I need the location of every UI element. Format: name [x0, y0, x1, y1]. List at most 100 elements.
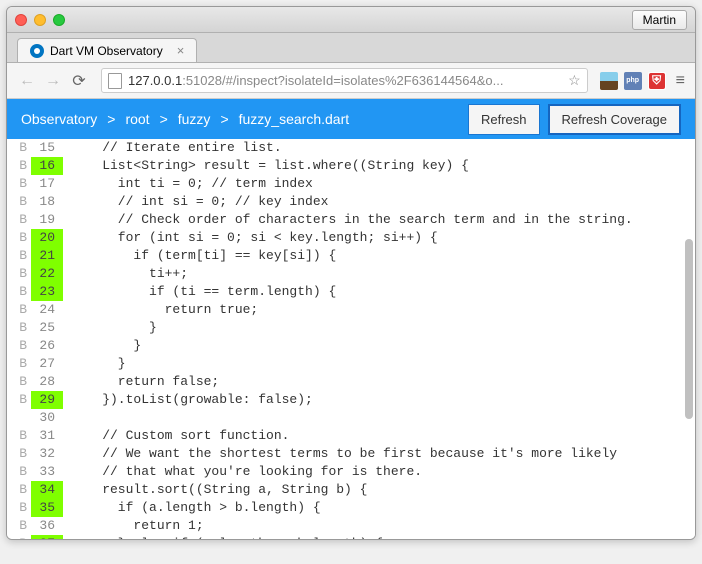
line-number: 33	[31, 463, 63, 481]
code-line: B25 }	[7, 319, 695, 337]
breakpoint-gutter[interactable]: B	[7, 139, 31, 157]
line-number: 17	[31, 175, 63, 193]
code-text: } else if (a.length == b.length) {	[63, 535, 695, 539]
code-text: // Iterate entire list.	[63, 139, 695, 157]
code-line: B33 // that what you're looking for is t…	[7, 463, 695, 481]
tab-title: Dart VM Observatory	[50, 44, 163, 58]
breadcrumb-current-file: fuzzy_search.dart	[239, 111, 350, 127]
code-line: B21 if (term[ti] == key[si]) {	[7, 247, 695, 265]
breadcrumb-separator: >	[160, 111, 168, 127]
code-text: if (term[ti] == key[si]) {	[63, 247, 695, 265]
window-close-button[interactable]	[15, 14, 27, 26]
line-number: 37	[31, 535, 63, 539]
breakpoint-gutter[interactable]	[7, 409, 31, 427]
breakpoint-gutter[interactable]: B	[7, 373, 31, 391]
code-text: // We want the shortest terms to be firs…	[63, 445, 695, 463]
url-text: 127.0.0.1:51028/#/inspect?isolateId=isol…	[128, 73, 564, 88]
breadcrumb-separator: >	[107, 111, 115, 127]
code-text: // int si = 0; // key index	[63, 193, 695, 211]
code-line: B18 // int si = 0; // key index	[7, 193, 695, 211]
code-text: ti++;	[63, 265, 695, 283]
bookmark-star-icon[interactable]: ☆	[568, 72, 581, 89]
code-text: // Check order of characters in the sear…	[63, 211, 695, 229]
reload-button[interactable]: ⟳	[69, 71, 89, 91]
line-number: 22	[31, 265, 63, 283]
code-line: 30	[7, 409, 695, 427]
extension-image-icon[interactable]	[600, 72, 618, 90]
breakpoint-gutter[interactable]: B	[7, 355, 31, 373]
breakpoint-gutter[interactable]: B	[7, 247, 31, 265]
code-line: B16 List<String> result = list.where((St…	[7, 157, 695, 175]
code-line: B32 // We want the shortest terms to be …	[7, 445, 695, 463]
code-text: return true;	[63, 301, 695, 319]
observatory-breadcrumb-bar: Observatory > root > fuzzy > fuzzy_searc…	[7, 99, 695, 139]
code-line: B22 ti++;	[7, 265, 695, 283]
breakpoint-gutter[interactable]: B	[7, 337, 31, 355]
breakpoint-gutter[interactable]: B	[7, 517, 31, 535]
code-line: B20 for (int si = 0; si < key.length; si…	[7, 229, 695, 247]
breakpoint-gutter[interactable]: B	[7, 157, 31, 175]
refresh-coverage-button[interactable]: Refresh Coverage	[548, 104, 682, 135]
window-zoom-button[interactable]	[53, 14, 65, 26]
breakpoint-gutter[interactable]: B	[7, 265, 31, 283]
code-line: B17 int ti = 0; // term index	[7, 175, 695, 193]
forward-button[interactable]: →	[43, 71, 63, 91]
breadcrumb-root[interactable]: root	[125, 111, 149, 127]
breakpoint-gutter[interactable]: B	[7, 175, 31, 193]
address-bar[interactable]: 127.0.0.1:51028/#/inspect?isolateId=isol…	[101, 68, 588, 93]
code-line: B19 // Check order of characters in the …	[7, 211, 695, 229]
line-number: 35	[31, 499, 63, 517]
code-text: for (int si = 0; si < key.length; si++) …	[63, 229, 695, 247]
back-button[interactable]: ←	[17, 71, 37, 91]
code-text: }	[63, 319, 695, 337]
code-text: return false;	[63, 373, 695, 391]
code-text: return 1;	[63, 517, 695, 535]
line-number: 29	[31, 391, 63, 409]
breakpoint-gutter[interactable]: B	[7, 319, 31, 337]
tab-close-icon[interactable]: ×	[177, 43, 185, 58]
code-line: B37 } else if (a.length == b.length) {	[7, 535, 695, 539]
code-text: // that what you're looking for is there…	[63, 463, 695, 481]
code-line: B27 }	[7, 355, 695, 373]
refresh-button[interactable]: Refresh	[468, 104, 540, 135]
line-number: 24	[31, 301, 63, 319]
code-line: B28 return false;	[7, 373, 695, 391]
breakpoint-gutter[interactable]: B	[7, 391, 31, 409]
code-line: B24 return true;	[7, 301, 695, 319]
code-line: B23 if (ti == term.length) {	[7, 283, 695, 301]
line-number: 23	[31, 283, 63, 301]
user-profile-button[interactable]: Martin	[632, 10, 687, 30]
breakpoint-gutter[interactable]: B	[7, 193, 31, 211]
breakpoint-gutter[interactable]: B	[7, 445, 31, 463]
breakpoint-gutter[interactable]: B	[7, 463, 31, 481]
line-number: 36	[31, 517, 63, 535]
line-number: 18	[31, 193, 63, 211]
code-line: B26 }	[7, 337, 695, 355]
code-line: B36 return 1;	[7, 517, 695, 535]
breadcrumb-fuzzy[interactable]: fuzzy	[178, 111, 211, 127]
extension-ublock-icon[interactable]: ⛨	[648, 72, 666, 90]
breadcrumb-observatory[interactable]: Observatory	[21, 111, 97, 127]
browser-tab[interactable]: Dart VM Observatory ×	[17, 38, 197, 62]
line-number: 27	[31, 355, 63, 373]
breakpoint-gutter[interactable]: B	[7, 499, 31, 517]
dart-favicon-icon	[30, 44, 44, 58]
code-text: }).toList(growable: false);	[63, 391, 695, 409]
breakpoint-gutter[interactable]: B	[7, 481, 31, 499]
vertical-scrollbar[interactable]	[685, 239, 693, 419]
code-line: B15 // Iterate entire list.	[7, 139, 695, 157]
breakpoint-gutter[interactable]: B	[7, 301, 31, 319]
breakpoint-gutter[interactable]: B	[7, 211, 31, 229]
breakpoint-gutter[interactable]: B	[7, 427, 31, 445]
code-text: result.sort((String a, String b) {	[63, 481, 695, 499]
code-text: // Custom sort function.	[63, 427, 695, 445]
code-text: }	[63, 337, 695, 355]
code-line: B34 result.sort((String a, String b) {	[7, 481, 695, 499]
breakpoint-gutter[interactable]: B	[7, 535, 31, 539]
breakpoint-gutter[interactable]: B	[7, 229, 31, 247]
breakpoint-gutter[interactable]: B	[7, 283, 31, 301]
window-minimize-button[interactable]	[34, 14, 46, 26]
chrome-menu-icon[interactable]: ≡	[676, 72, 685, 90]
source-code-viewer[interactable]: B15 // Iterate entire list.B16 List<Stri…	[7, 139, 695, 539]
extension-php-icon[interactable]: php	[624, 72, 642, 90]
